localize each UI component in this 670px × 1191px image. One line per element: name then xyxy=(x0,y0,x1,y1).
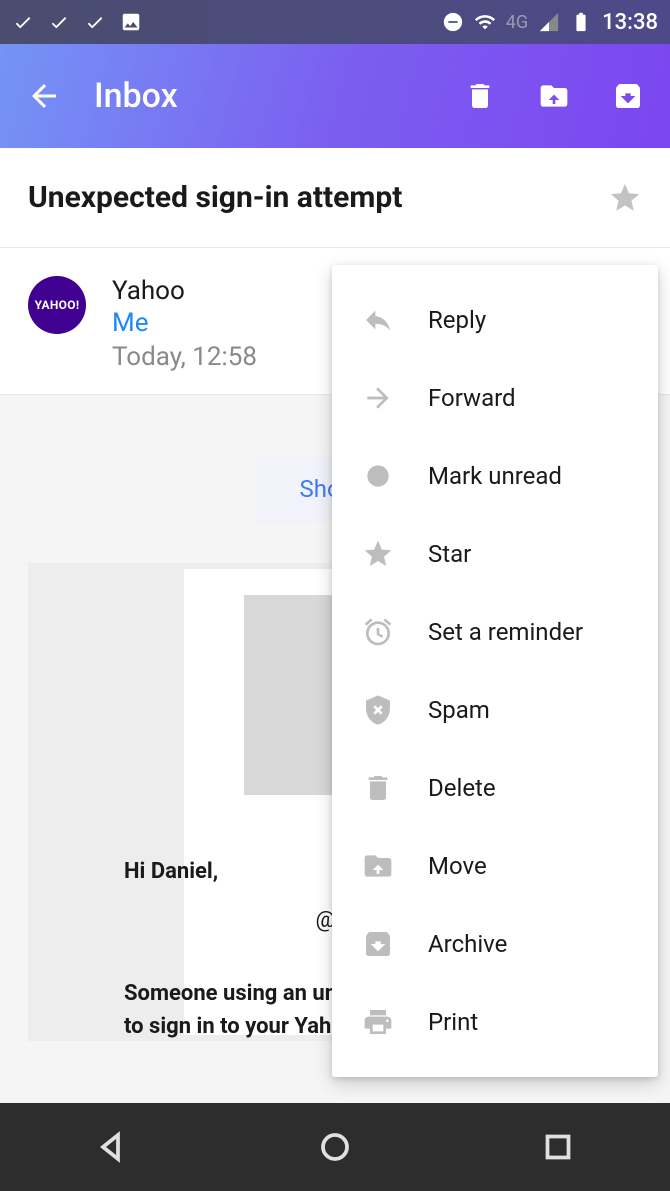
sender-name: Yahoo xyxy=(112,276,257,306)
back-icon[interactable] xyxy=(26,78,62,114)
recipient-link[interactable]: Me xyxy=(112,308,257,338)
subject-bar: Unexpected sign-in attempt xyxy=(0,148,670,248)
menu-label: Spam xyxy=(428,696,490,724)
menu-item-reply[interactable]: Reply xyxy=(332,281,658,359)
trash-icon xyxy=(362,772,394,804)
alarm-icon xyxy=(362,616,394,648)
page-title: Inbox xyxy=(94,76,422,116)
context-menu: Reply Forward Mark unread Star Set a rem… xyxy=(332,265,658,1077)
star-icon xyxy=(362,538,394,570)
nav-recents-icon[interactable] xyxy=(540,1129,576,1165)
subject-text: Unexpected sign-in attempt xyxy=(28,180,402,215)
star-icon[interactable] xyxy=(608,181,642,215)
check-icon xyxy=(12,11,34,33)
menu-item-forward[interactable]: Forward xyxy=(332,359,658,437)
check-icon xyxy=(84,11,106,33)
navigation-bar xyxy=(0,1103,670,1191)
clock: 13:38 xyxy=(602,10,658,35)
menu-label: Delete xyxy=(428,774,496,802)
folder-up-icon[interactable] xyxy=(538,80,570,112)
menu-label: Reply xyxy=(428,306,486,334)
avatar[interactable]: YAHOO! xyxy=(28,276,86,334)
forward-icon xyxy=(362,382,394,414)
menu-label: Star xyxy=(428,540,471,568)
wifi-icon xyxy=(474,11,496,33)
circle-icon xyxy=(362,460,394,492)
menu-item-move[interactable]: Move xyxy=(332,827,658,905)
reply-icon xyxy=(362,304,394,336)
nav-home-icon[interactable] xyxy=(317,1129,353,1165)
email-greeting: Hi Daniel, xyxy=(124,859,218,884)
sender-info: Yahoo Me Today, 12:58 xyxy=(112,276,257,372)
menu-item-archive[interactable]: Archive xyxy=(332,905,658,983)
folder-up-icon xyxy=(362,850,394,882)
status-bar: 4G 13:38 xyxy=(0,0,670,44)
archive-icon xyxy=(362,928,394,960)
status-right: 4G 13:38 xyxy=(442,10,658,35)
menu-label: Mark unread xyxy=(428,462,562,490)
menu-item-reminder[interactable]: Set a reminder xyxy=(332,593,658,671)
print-icon xyxy=(362,1006,394,1038)
timestamp: Today, 12:58 xyxy=(112,342,257,372)
menu-item-mark-unread[interactable]: Mark unread xyxy=(332,437,658,515)
dnd-icon xyxy=(442,11,464,33)
menu-item-delete[interactable]: Delete xyxy=(332,749,658,827)
menu-item-spam[interactable]: Spam xyxy=(332,671,658,749)
image-icon xyxy=(120,11,142,33)
menu-label: Set a reminder xyxy=(428,618,583,646)
check-icon xyxy=(48,11,70,33)
status-left xyxy=(12,11,142,33)
nav-back-icon[interactable] xyxy=(94,1129,130,1165)
menu-label: Print xyxy=(428,1008,478,1036)
shield-icon xyxy=(362,694,394,726)
trash-icon[interactable] xyxy=(464,80,496,112)
menu-item-star[interactable]: Star xyxy=(332,515,658,593)
signal-icon xyxy=(538,11,560,33)
app-bar: Inbox xyxy=(0,44,670,148)
menu-label: Forward xyxy=(428,384,516,412)
archive-icon[interactable] xyxy=(612,80,644,112)
battery-icon xyxy=(570,11,592,33)
menu-label: Archive xyxy=(428,930,507,958)
network-label: 4G xyxy=(506,12,528,33)
menu-item-print[interactable]: Print xyxy=(332,983,658,1061)
menu-label: Move xyxy=(428,852,487,880)
